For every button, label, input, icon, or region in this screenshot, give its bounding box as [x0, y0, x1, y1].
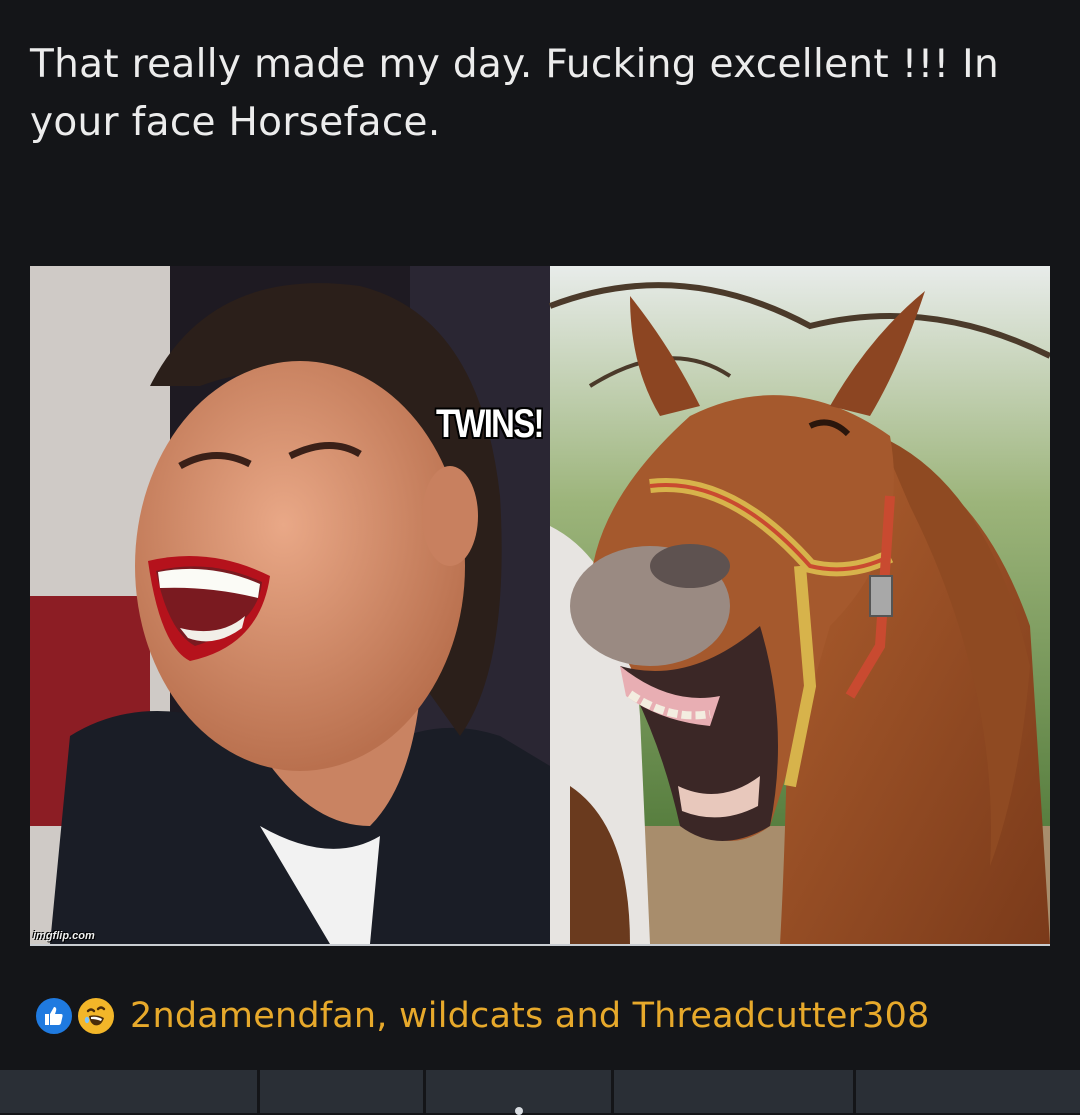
toolbar-tab[interactable] [856, 1070, 1080, 1113]
meme-illustration [30, 266, 1050, 944]
tab-indicator-dot [514, 1107, 523, 1115]
divider [30, 944, 1050, 946]
reaction-names[interactable]: 2ndamendfan, wildcats and Threadcutter30… [130, 996, 930, 1036]
toolbar-tab[interactable] [260, 1070, 426, 1113]
toolbar-tab[interactable] [426, 1070, 614, 1115]
meme-watermark: imgflip.com [33, 930, 95, 942]
meme-caption: TWINS! [436, 402, 544, 446]
post-text: That really made my day. Fucking excelle… [30, 42, 999, 145]
toolbar-tab[interactable] [614, 1070, 856, 1113]
toolbar-tab[interactable] [0, 1070, 260, 1113]
like-icon [32, 994, 76, 1038]
meme-image[interactable] [30, 266, 1050, 944]
reaction-icons[interactable] [30, 992, 124, 1040]
bottom-toolbar [0, 1070, 1080, 1115]
laugh-icon [74, 994, 118, 1038]
reactions-row[interactable]: 2ndamendfan, wildcats and Threadcutter30… [30, 992, 930, 1040]
